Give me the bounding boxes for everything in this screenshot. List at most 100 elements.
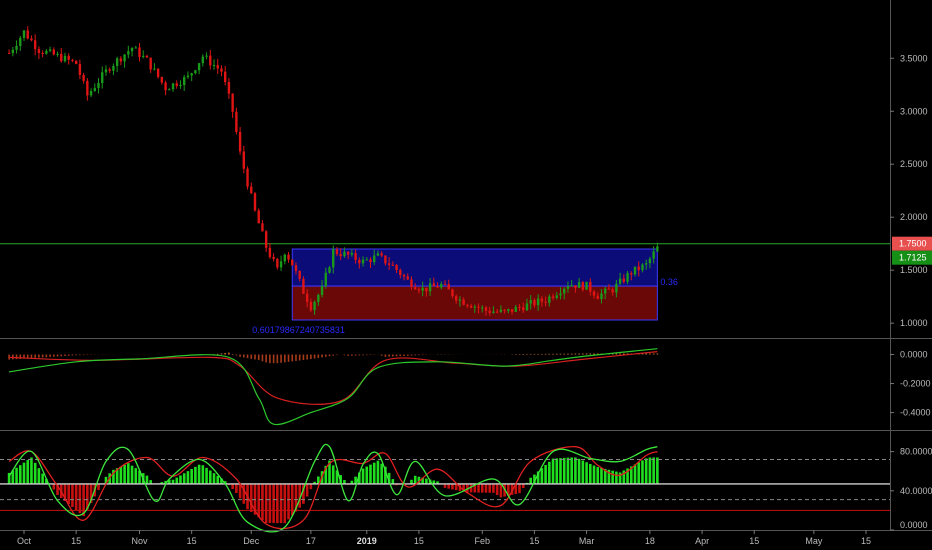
candle-body[interactable] bbox=[324, 272, 327, 286]
candle-body[interactable] bbox=[268, 247, 272, 257]
candle-body[interactable] bbox=[454, 296, 458, 301]
candle-body[interactable] bbox=[592, 291, 596, 296]
candle-body[interactable] bbox=[257, 210, 260, 224]
candle-body[interactable] bbox=[220, 68, 223, 72]
candle-body[interactable] bbox=[373, 255, 376, 263]
candle-body[interactable] bbox=[74, 60, 78, 64]
candle-body[interactable] bbox=[212, 65, 216, 67]
candle-body[interactable] bbox=[134, 47, 137, 49]
candle-body[interactable] bbox=[533, 300, 536, 306]
candle-body[interactable] bbox=[175, 83, 178, 86]
candle-body[interactable] bbox=[41, 53, 44, 55]
candle-body[interactable] bbox=[361, 259, 365, 264]
candle-body[interactable] bbox=[350, 253, 354, 255]
candle-body[interactable] bbox=[656, 246, 659, 252]
candle-body[interactable] bbox=[514, 306, 517, 312]
candle-body[interactable] bbox=[630, 273, 633, 275]
candle-body[interactable] bbox=[499, 309, 503, 312]
candle-body[interactable] bbox=[56, 53, 59, 55]
candle-body[interactable] bbox=[365, 259, 368, 261]
candle-body[interactable] bbox=[421, 287, 424, 291]
candle-body[interactable] bbox=[67, 55, 70, 60]
candle-body[interactable] bbox=[276, 258, 279, 268]
candle-body[interactable] bbox=[227, 81, 231, 94]
candle-body[interactable] bbox=[589, 281, 592, 292]
candle-body[interactable] bbox=[250, 186, 253, 194]
candle-body[interactable] bbox=[302, 278, 305, 294]
candle-body[interactable] bbox=[428, 283, 432, 292]
candle-body[interactable] bbox=[149, 57, 152, 70]
candle-body[interactable] bbox=[183, 77, 186, 86]
candle-body[interactable] bbox=[443, 283, 447, 285]
candle-body[interactable] bbox=[335, 249, 339, 255]
candle-body[interactable] bbox=[391, 264, 395, 266]
candle-body[interactable] bbox=[440, 283, 443, 288]
candle-body[interactable] bbox=[618, 278, 622, 284]
candle-body[interactable] bbox=[197, 63, 201, 71]
candle-body[interactable] bbox=[145, 55, 149, 58]
candle-body[interactable] bbox=[246, 168, 249, 187]
candle-body[interactable] bbox=[574, 285, 577, 288]
candle-body[interactable] bbox=[11, 49, 15, 54]
candle-body[interactable] bbox=[190, 73, 193, 76]
candle-body[interactable] bbox=[33, 40, 37, 50]
candle-body[interactable] bbox=[425, 287, 428, 292]
candle-body[interactable] bbox=[644, 263, 648, 265]
candle-body[interactable] bbox=[343, 251, 346, 257]
candle-body[interactable] bbox=[548, 296, 551, 303]
candle-body[interactable] bbox=[101, 72, 104, 84]
candle-body[interactable] bbox=[369, 259, 372, 263]
candle-body[interactable] bbox=[484, 307, 488, 311]
candle-body[interactable] bbox=[78, 63, 82, 75]
candle-body[interactable] bbox=[238, 131, 242, 152]
candle-body[interactable] bbox=[518, 306, 521, 308]
candle-body[interactable] bbox=[615, 283, 618, 293]
candle-body[interactable] bbox=[510, 309, 514, 312]
candle-body[interactable] bbox=[253, 193, 257, 211]
candle-body[interactable] bbox=[566, 286, 570, 289]
candle-body[interactable] bbox=[387, 263, 391, 265]
candle-body[interactable] bbox=[469, 305, 473, 308]
candle-body[interactable] bbox=[261, 223, 264, 232]
candle-body[interactable] bbox=[186, 75, 190, 78]
candle-body[interactable] bbox=[432, 283, 436, 287]
candle-body[interactable] bbox=[585, 281, 588, 290]
candle-body[interactable] bbox=[93, 88, 96, 92]
candle-body[interactable] bbox=[622, 278, 626, 282]
candle-body[interactable] bbox=[60, 53, 63, 62]
candle-body[interactable] bbox=[328, 267, 331, 273]
candle-body[interactable] bbox=[570, 285, 573, 287]
candle-body[interactable] bbox=[477, 306, 480, 308]
candle-body[interactable] bbox=[15, 45, 18, 50]
candle-body[interactable] bbox=[652, 251, 655, 259]
candle-body[interactable] bbox=[164, 82, 167, 91]
candle-body[interactable] bbox=[563, 288, 566, 294]
candle-body[interactable] bbox=[264, 231, 268, 248]
candle-body[interactable] bbox=[637, 266, 640, 271]
candle-body[interactable] bbox=[462, 299, 465, 305]
candle-body[interactable] bbox=[395, 264, 398, 270]
candle-body[interactable] bbox=[525, 303, 529, 311]
candle-body[interactable] bbox=[536, 298, 540, 306]
candle-body[interactable] bbox=[242, 151, 246, 169]
candle-body[interactable] bbox=[123, 54, 126, 62]
candle-body[interactable] bbox=[7, 52, 11, 54]
candle-body[interactable] bbox=[119, 58, 123, 62]
candle-body[interactable] bbox=[544, 301, 547, 303]
candle-body[interactable] bbox=[481, 307, 484, 309]
candle-body[interactable] bbox=[358, 259, 361, 264]
candle-body[interactable] bbox=[451, 289, 454, 297]
candle-body[interactable] bbox=[112, 65, 115, 71]
candle-body[interactable] bbox=[559, 293, 562, 296]
candle-body[interactable] bbox=[89, 91, 93, 96]
candle-body[interactable] bbox=[555, 295, 558, 299]
candle-body[interactable] bbox=[279, 261, 283, 268]
candle-body[interactable] bbox=[115, 58, 119, 66]
candle-body[interactable] bbox=[384, 255, 387, 264]
candle-body[interactable] bbox=[48, 49, 52, 51]
candle-body[interactable] bbox=[473, 306, 477, 308]
candle-body[interactable] bbox=[406, 276, 409, 280]
candle-body[interactable] bbox=[179, 85, 182, 87]
candle-body[interactable] bbox=[153, 68, 156, 70]
candle-body[interactable] bbox=[142, 55, 145, 57]
